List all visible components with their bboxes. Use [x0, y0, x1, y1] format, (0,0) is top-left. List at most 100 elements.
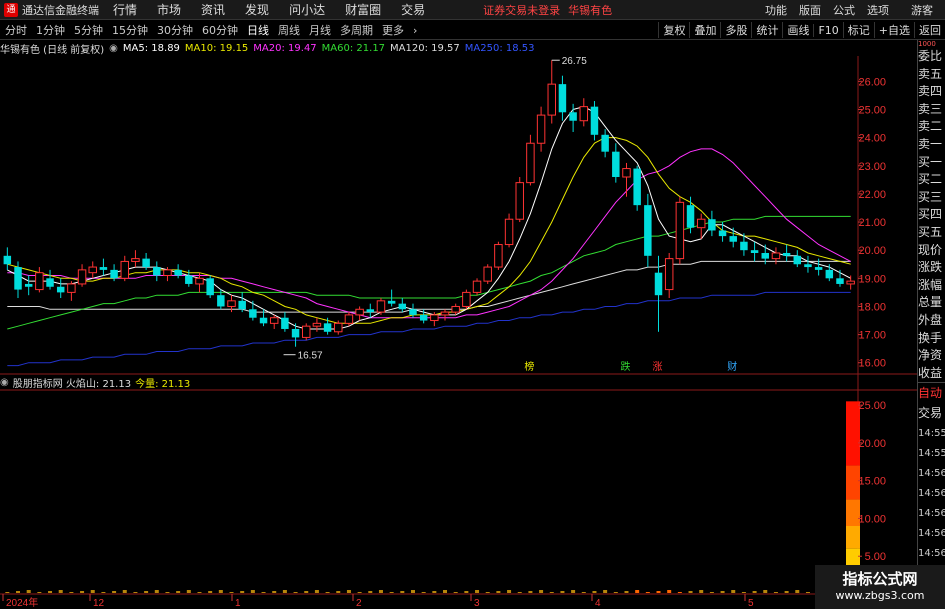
- sidebar-item[interactable]: 涨幅: [918, 277, 945, 295]
- candle: [77, 264, 87, 287]
- menu-item-wenxiaoda[interactable]: 问小达: [289, 1, 325, 18]
- candle-body: [686, 205, 695, 228]
- candle-body: [718, 230, 727, 237]
- watermark-title: 指标公式网: [842, 570, 918, 588]
- menu-item-faxian[interactable]: 发现: [245, 1, 269, 18]
- period-tab-1min[interactable]: 1分钟: [36, 22, 65, 38]
- flame-mini-bar: [346, 590, 351, 593]
- sidebar-auto[interactable]: 自动: [918, 382, 945, 403]
- sidebar-item[interactable]: 买一: [918, 154, 945, 172]
- period-tab-5min[interactable]: 5分钟: [74, 22, 103, 38]
- period-tab-60min[interactable]: 60分钟: [202, 22, 238, 38]
- sidebar-item[interactable]: 外盘: [918, 312, 945, 330]
- menu-item-xuanxiang[interactable]: 选项: [867, 2, 889, 18]
- settings-circle-icon[interactable]: ◉: [0, 377, 9, 388]
- period-tab-15min[interactable]: 15分钟: [112, 22, 148, 38]
- candle-body: [142, 258, 150, 268]
- sidebar-item[interactable]: 买四: [918, 206, 945, 224]
- flame-mini-bar: [80, 591, 85, 593]
- period-tab-monthly[interactable]: 月线: [309, 22, 331, 38]
- sidebar-item[interactable]: 买三: [918, 189, 945, 207]
- period-tab-multi[interactable]: 多周期: [340, 22, 373, 38]
- candle-body: [782, 252, 791, 256]
- sidebar-item[interactable]: 买五: [918, 224, 945, 242]
- flame-mini-bar: [645, 592, 650, 593]
- menu-item-zixun[interactable]: 资讯: [201, 1, 225, 18]
- sidebar-item[interactable]: 总量: [918, 294, 945, 312]
- menu-item-gongneng[interactable]: 功能: [765, 2, 787, 18]
- candle: [46, 269, 54, 290]
- price-tick-label: 20.00: [858, 245, 886, 257]
- candle-body: [185, 275, 193, 284]
- sidebar-item[interactable]: 卖一: [918, 136, 945, 154]
- tool-f10[interactable]: F10: [813, 23, 842, 37]
- candle-body: [77, 269, 87, 285]
- candle: [24, 275, 33, 296]
- tool-fuquan[interactable]: 复权: [658, 22, 689, 38]
- candle: [686, 196, 695, 234]
- period-tab-more[interactable]: 更多: [382, 22, 404, 38]
- sidebar-item[interactable]: 现价: [918, 242, 945, 260]
- sidebar-item[interactable]: 买二: [918, 171, 945, 189]
- menu-item-banmian[interactable]: 版面: [799, 2, 821, 18]
- sidebar-item[interactable]: 换手: [918, 330, 945, 348]
- sidebar-trade[interactable]: 交易: [918, 403, 945, 424]
- candle-body: [46, 278, 54, 287]
- period-tab-weekly[interactable]: 周线: [278, 22, 300, 38]
- sidebar-item[interactable]: 卖二: [918, 118, 945, 136]
- chart-grid: [0, 56, 917, 609]
- sidebar-item[interactable]: 卖三: [918, 101, 945, 119]
- high-price-label: 26.75: [562, 56, 587, 67]
- menu-item-shichang[interactable]: 市场: [157, 1, 181, 18]
- flame-mini-bar: [667, 590, 672, 593]
- sidebar-item[interactable]: 净资: [918, 347, 945, 365]
- tool-back[interactable]: 返回: [914, 22, 945, 38]
- candle-body: [504, 218, 514, 246]
- candle: [312, 317, 322, 332]
- period-tab-daily[interactable]: 日线: [247, 22, 269, 38]
- candle-body: [238, 300, 246, 310]
- period-tab-30min[interactable]: 30分钟: [157, 22, 193, 38]
- sidebar-item[interactable]: 委比: [918, 48, 945, 66]
- candle: [536, 106, 546, 152]
- more-chevron-icon[interactable]: ›: [413, 24, 417, 37]
- tool-diejia[interactable]: 叠加: [689, 22, 720, 38]
- settings-circle-icon[interactable]: ◉: [109, 43, 118, 54]
- tool-tongji[interactable]: 统计: [751, 22, 782, 38]
- flame-mini-bar: [656, 591, 661, 593]
- tool-duogu[interactable]: 多股: [720, 22, 751, 38]
- sidebar-item[interactable]: 涨跌: [918, 259, 945, 277]
- login-alert[interactable]: 证券交易未登录: [483, 2, 560, 18]
- menu-item-gongshi[interactable]: 公式: [833, 2, 855, 18]
- menu-item-caifuquan[interactable]: 财富圈: [345, 1, 381, 18]
- candle: [846, 275, 855, 290]
- app-logo-icon: 通: [4, 2, 18, 17]
- kline-chart[interactable]: 26.0025.0024.0023.0022.0021.0020.0019.00…: [0, 56, 917, 609]
- candle: [355, 306, 364, 321]
- watermark: 指标公式网 www.zbgs3.com: [815, 565, 945, 609]
- candle-body: [376, 300, 386, 313]
- flame-mini-bar: [336, 591, 341, 593]
- tool-biaoji[interactable]: 标记: [842, 22, 874, 38]
- flame-mini-bar: [304, 591, 309, 593]
- tool-add-watchlist[interactable]: +自选: [873, 22, 914, 38]
- period-tab-fenshi[interactable]: 分时: [5, 22, 27, 38]
- sub-tick-label: 10.00: [858, 513, 886, 525]
- flame-mini-bar: [571, 590, 576, 593]
- flame-mini-bar: [48, 591, 53, 593]
- candle: [174, 264, 182, 279]
- sidebar-item[interactable]: 卖五: [918, 66, 945, 84]
- sub-tick-label: 25.00: [858, 400, 886, 412]
- tool-huaxian[interactable]: 画线: [782, 22, 813, 38]
- sidebar-item[interactable]: 卖四: [918, 83, 945, 101]
- sidebar-item[interactable]: 收益: [918, 365, 945, 383]
- candle: [398, 298, 407, 313]
- candle-body: [451, 305, 460, 313]
- stock-title: 华锡有色 (日线 前复权): [0, 44, 105, 56]
- flame-mini-bar: [763, 590, 768, 593]
- chart-annotations: 26.75 16.57 榜 跌 涨 财: [283, 56, 737, 373]
- menu-item-jiaoyi[interactable]: 交易: [401, 1, 425, 18]
- user-guest[interactable]: 游客: [911, 2, 933, 18]
- menu-item-hangqing[interactable]: 行情: [113, 1, 137, 18]
- candle: [601, 129, 609, 158]
